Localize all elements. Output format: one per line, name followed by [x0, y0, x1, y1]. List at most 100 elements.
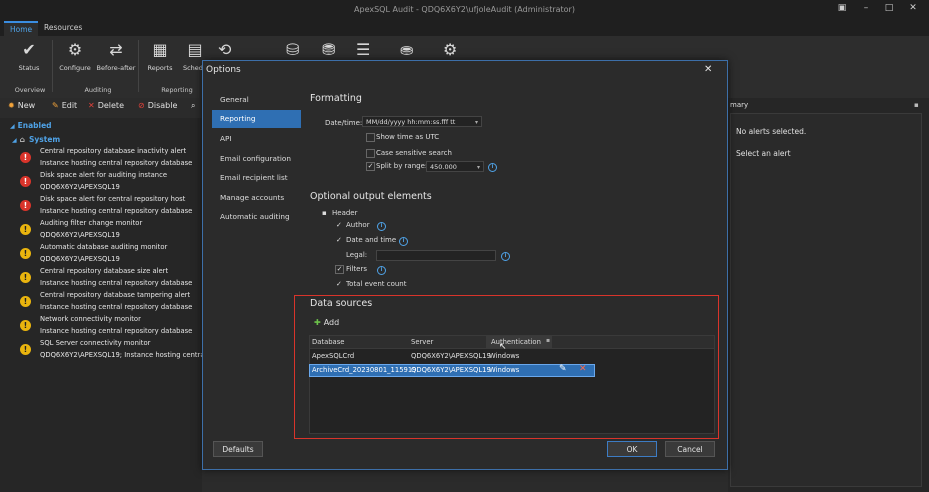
filter-icon[interactable]: ▪ — [546, 337, 550, 344]
list-item[interactable]: ! Auditing filter change monitor QDQ6X6Y2\… — [0, 219, 202, 243]
settings-icon[interactable]: ⚙ — [443, 40, 457, 59]
tree-group-system[interactable]: ◢ ⌂ System — [12, 135, 60, 144]
summary-content — [730, 113, 922, 487]
author-label: Author — [346, 221, 370, 229]
minimize-icon[interactable]: – — [858, 3, 874, 17]
tab-resources[interactable]: Resources — [38, 21, 88, 35]
delete-button[interactable]: ✕ Delete — [88, 101, 124, 110]
edit-button[interactable]: ✎ Edit — [52, 101, 77, 110]
cell-server: QDQ6X6Y2\APEXSQL19 — [411, 352, 491, 360]
enabled-label: Enabled — [17, 121, 52, 130]
database-settings-icon[interactable]: ⛂ — [400, 40, 413, 59]
cancel-button[interactable]: Cancel — [665, 441, 715, 457]
tab-home[interactable]: Home — [4, 21, 39, 37]
column-header-database[interactable]: Database — [312, 336, 344, 348]
header-collapse-icon[interactable]: ▪ — [322, 209, 327, 217]
nav-automatic-auditing[interactable]: Automatic auditing — [212, 208, 301, 226]
warning-icon: ! — [20, 272, 31, 283]
disable-button[interactable]: ⊘ Disable — [138, 101, 177, 110]
optional-elements-title: Optional output elements — [310, 191, 432, 202]
search-icon[interactable]: ⌕ — [191, 101, 195, 111]
status-label: Status — [18, 64, 40, 72]
case-sensitive-label: Case sensitive search — [376, 149, 452, 157]
column-header-server[interactable]: Server — [411, 336, 433, 348]
datetime-format-select[interactable]: MM/dd/yyyy hh:mm:ss.fff tt ▾ — [362, 116, 482, 127]
alert-detail: Instance hosting central repository data… — [40, 207, 193, 215]
legal-input[interactable] — [376, 250, 496, 261]
list-item[interactable]: ! SQL Server connectivity monitor QDQ6X6Y2… — [0, 339, 202, 363]
restore-icon[interactable]: ▣ — [834, 3, 850, 17]
nav-general[interactable]: General — [212, 91, 301, 109]
split-range-select[interactable]: 450.000 ▾ — [426, 161, 484, 172]
list-item[interactable]: ! Network connectivity monitor Instance ho… — [0, 315, 202, 339]
defaults-button[interactable]: Defaults — [213, 441, 263, 457]
nav-email-configuration[interactable]: Email configuration — [212, 150, 301, 168]
legal-label: Legal: — [346, 251, 368, 259]
list-item[interactable]: ! Disk space alert for central repository… — [0, 195, 202, 219]
delete-icon: ✕ — [88, 101, 95, 110]
nav-api[interactable]: API — [212, 130, 301, 148]
dialog-close-icon[interactable]: ✕ — [704, 64, 712, 75]
collapse-icon[interactable]: ◢ — [12, 137, 17, 144]
list-item[interactable]: ! Central repository database tampering a… — [0, 291, 202, 315]
split-range-value: 450.000 — [430, 163, 457, 171]
delete-row-icon[interactable]: ✕ — [579, 364, 587, 374]
status-button[interactable]: ✔ Status — [9, 38, 49, 78]
cell-database: ArchiveCrd_20230801_115919 — [312, 366, 417, 374]
add-data-source-button[interactable]: ✚ Add — [314, 318, 339, 327]
total-event-count-check-icon[interactable]: ✓ — [336, 280, 342, 288]
show-utc-label: Show time as UTC — [376, 133, 440, 141]
mouse-cursor-icon: ↖ — [499, 342, 507, 352]
pencil-icon: ✎ — [52, 101, 59, 110]
new-button[interactable]: ✹ New — [8, 101, 35, 110]
new-label: New — [17, 101, 36, 110]
reports-icon: ▦ — [152, 40, 168, 59]
filters-checkbox[interactable]: ✓ — [335, 265, 344, 274]
nav-manage-accounts[interactable]: Manage accounts — [212, 189, 301, 207]
list-item[interactable]: ! Central repository database inactivity … — [0, 147, 202, 171]
warning-icon: ! — [20, 248, 31, 259]
nav-email-recipient-list[interactable]: Email recipient list — [212, 169, 301, 187]
reports-button[interactable]: ▦ Reports — [140, 38, 180, 78]
list-item[interactable]: ! Automatic database auditing monitor QDQ6… — [0, 243, 202, 267]
info-icon[interactable]: i — [399, 237, 408, 246]
group-auditing: Auditing — [84, 86, 112, 94]
configure-label: Configure — [59, 64, 91, 72]
error-icon: ! — [20, 200, 31, 211]
list-item[interactable]: ! Central repository database size alert I… — [0, 267, 202, 291]
collapse-icon[interactable]: ◢ — [10, 123, 15, 130]
alert-name: Disk space alert for central repository … — [40, 195, 186, 203]
edit-row-icon[interactable]: ✎ — [559, 364, 567, 374]
error-icon: ! — [20, 176, 31, 187]
maximize-icon[interactable]: □ — [881, 3, 897, 17]
history-icon[interactable]: ⟲ — [218, 40, 231, 59]
server-icon[interactable]: ☰ — [356, 40, 370, 59]
close-icon[interactable]: ✕ — [905, 3, 921, 17]
alert-detail: Instance hosting central repository data… — [40, 303, 193, 311]
database-check-icon[interactable]: ⛁ — [286, 40, 299, 59]
before-after-button[interactable]: ⇄ Before-after — [96, 38, 136, 78]
split-range-checkbox[interactable]: ✓ — [366, 162, 375, 171]
warning-icon: ! — [20, 344, 31, 355]
configure-button[interactable]: ⚙ Configure — [55, 38, 95, 78]
author-check-icon[interactable]: ✓ — [336, 221, 342, 229]
date-time-check-icon[interactable]: ✓ — [336, 236, 342, 244]
ok-button[interactable]: OK — [607, 441, 657, 457]
show-utc-checkbox[interactable] — [366, 133, 375, 142]
info-icon[interactable]: i — [501, 252, 510, 261]
nav-reporting[interactable]: Reporting — [212, 110, 301, 128]
info-icon[interactable]: i — [488, 163, 497, 172]
database-icon[interactable]: ⛃ — [322, 40, 335, 59]
arrows-icon: ⇄ — [109, 40, 123, 59]
calendar-icon: ▤ — [187, 40, 203, 59]
list-item[interactable]: ! Disk space alert for auditing instance Q… — [0, 171, 202, 195]
formatting-title: Formatting — [310, 93, 362, 104]
case-sensitive-checkbox[interactable] — [366, 149, 375, 158]
info-icon[interactable]: i — [377, 222, 386, 231]
date-time-label: Date and time — [346, 236, 397, 244]
pin-icon[interactable]: ▪ — [914, 101, 919, 109]
info-icon[interactable]: i — [377, 266, 386, 275]
tree-group-enabled[interactable]: ◢ Enabled — [10, 121, 52, 130]
cell-server: QDQ6X6Y2\APEXSQL19 — [411, 366, 491, 374]
alert-name: Auditing filter change monitor — [40, 219, 143, 227]
